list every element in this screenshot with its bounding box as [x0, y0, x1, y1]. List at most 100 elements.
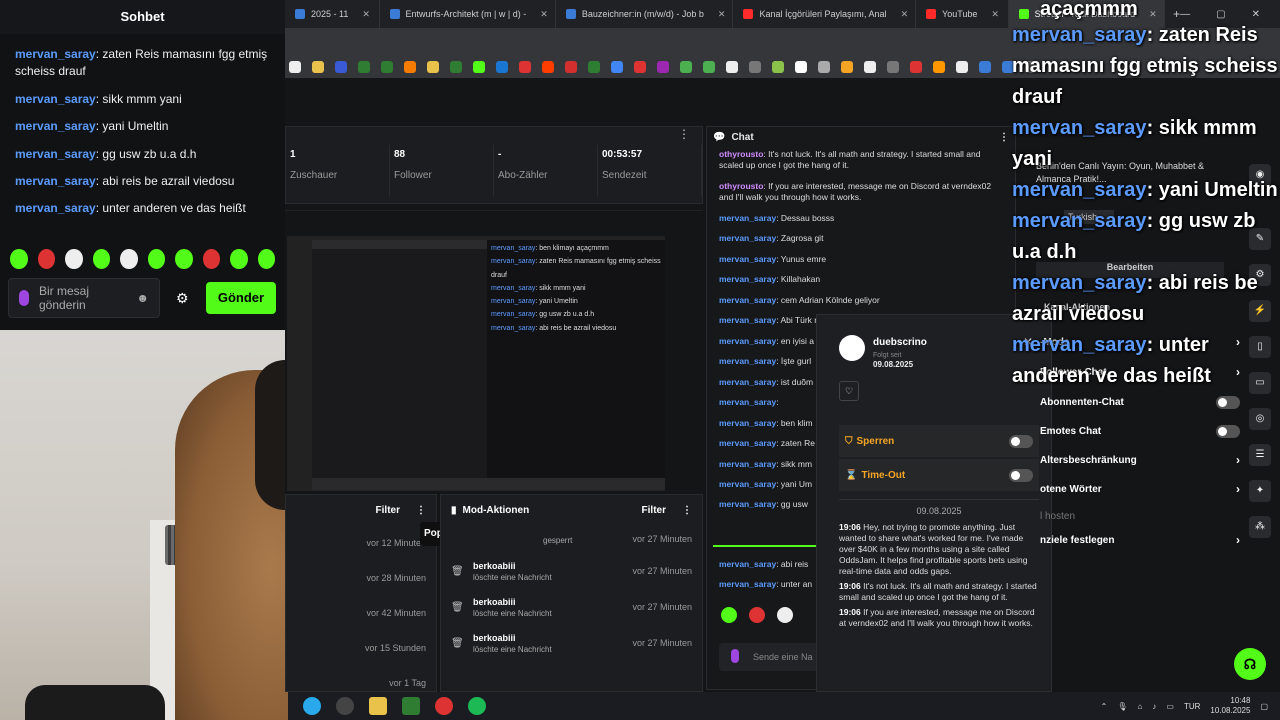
chat-username[interactable]: mervan_saray: [719, 213, 776, 223]
bookmark-icon[interactable]: [818, 61, 830, 73]
network-icon[interactable]: ⌂: [1138, 702, 1143, 711]
wrench-icon[interactable]: ✦: [1249, 480, 1271, 502]
bookmark-icon[interactable]: [956, 61, 968, 73]
chat-username[interactable]: mervan_saray: [15, 174, 96, 188]
bookmark-icon[interactable]: [749, 61, 761, 73]
clock[interactable]: 10:48 10.08.2025: [1210, 696, 1250, 715]
emoji-icon[interactable]: ☻: [136, 291, 149, 305]
bookmark-icon[interactable]: [358, 61, 370, 73]
chat-username[interactable]: mervan_saray: [719, 459, 776, 469]
activity-filter-button[interactable]: Filter: [376, 505, 400, 516]
bookmark-icon[interactable]: [450, 61, 462, 73]
browser-tab[interactable]: Bauzeichner:in (m/w/d) - Job b ✕: [556, 0, 734, 28]
chat-setting-row[interactable]: Emotes Chat: [1040, 419, 1240, 443]
notifications-icon[interactable]: ▢: [1260, 702, 1268, 711]
bookmark-icon[interactable]: [680, 61, 692, 73]
bookmark-icon[interactable]: [841, 61, 853, 73]
battery-icon[interactable]: ▭: [1166, 702, 1174, 711]
bookmark-icon[interactable]: [772, 61, 784, 73]
stream-preview[interactable]: mervan_saray: ben klimayı açaçmmm mervan_…: [287, 236, 665, 491]
close-window-icon[interactable]: ✕: [1252, 9, 1260, 20]
emote-icon[interactable]: [37, 249, 55, 269]
bookmark-icon[interactable]: [381, 61, 393, 73]
emote-icon[interactable]: [257, 249, 275, 269]
chat-message[interactable]: mervan_saray: Yunus emre: [707, 252, 1015, 267]
bookmark-icon[interactable]: [496, 61, 508, 73]
chat-message[interactable]: othyrousto: It's not luck. It's all math…: [707, 147, 1015, 174]
mod-action-row[interactable]: 🗑 berkoabiii löschte eine Nachricht vor 27 …: [441, 589, 702, 625]
emote-icon[interactable]: [749, 607, 765, 623]
chat-message[interactable]: othyrousto: If you are interested, messa…: [707, 179, 1015, 206]
chat-username[interactable]: mervan_saray: [719, 233, 776, 243]
chat-username[interactable]: mervan_saray: [719, 397, 776, 407]
close-icon[interactable]: ✕: [540, 9, 548, 20]
ban-toggle[interactable]: [1009, 434, 1033, 448]
audition-icon[interactable]: [402, 697, 420, 715]
more-menu-icon[interactable]: ⋮: [678, 127, 690, 145]
browser-tab[interactable]: 2025 - 11 ✕: [285, 0, 380, 28]
close-icon[interactable]: ✕: [1149, 9, 1157, 20]
setting-toggle[interactable]: [1216, 424, 1240, 438]
bookmark-icon[interactable]: [634, 61, 646, 73]
bookmark-icon[interactable]: [657, 61, 669, 73]
chat-setting-row[interactable]: nziele festlegen ›: [1040, 528, 1240, 552]
chat-username[interactable]: mervan_saray: [719, 479, 776, 489]
bookmark-icon[interactable]: [887, 61, 899, 73]
close-icon[interactable]: ✕: [362, 9, 370, 20]
language-indicator[interactable]: TUR: [1184, 702, 1200, 711]
mod-action-user[interactable]: berkoabiii: [473, 561, 552, 571]
chat-username[interactable]: mervan_saray: [719, 499, 776, 509]
chevron-up-icon[interactable]: ⌃: [1101, 702, 1108, 711]
send-button[interactable]: Gönder: [206, 282, 276, 314]
broadcast-icon[interactable]: ◎: [1249, 408, 1271, 430]
close-icon[interactable]: ✕: [718, 9, 726, 20]
bookmark-icon[interactable]: [864, 61, 876, 73]
mic-icon[interactable]: 🎙: [1117, 702, 1127, 711]
emote-icon[interactable]: [202, 249, 220, 269]
chat-message[interactable]: mervan_saray: Killahakan: [707, 272, 1015, 287]
chat-username[interactable]: mervan_saray: [15, 119, 96, 133]
opera-icon[interactable]: [435, 697, 453, 715]
chat-username[interactable]: mervan_saray: [719, 579, 776, 589]
bookmark-icon[interactable]: [910, 61, 922, 73]
emote-icon[interactable]: [10, 249, 28, 269]
chat-username[interactable]: mervan_saray: [719, 274, 776, 284]
mod-action-row[interactable]: 🗑 berkoabiii löschte eine Nachricht vor 27 …: [441, 553, 702, 589]
maximize-icon[interactable]: ▢: [1216, 9, 1225, 20]
browser-tab[interactable]: YouTube ✕: [916, 0, 1009, 28]
chat-username[interactable]: mervan_saray: [719, 254, 776, 264]
share-icon[interactable]: ⁂: [1249, 516, 1271, 538]
bookmark-icon[interactable]: [565, 61, 577, 73]
chat-username[interactable]: othyrousto: [719, 181, 763, 191]
bookmark-icon[interactable]: [588, 61, 600, 73]
mod-more-icon[interactable]: ⋮: [682, 505, 692, 516]
chat-username[interactable]: mervan_saray: [15, 47, 96, 61]
activity-row[interactable]: vor 42 Minuten: [286, 595, 436, 630]
minimize-icon[interactable]: —: [1180, 9, 1190, 20]
emote-icon[interactable]: [230, 249, 248, 269]
browser-tab[interactable]: Kanal İçgörüleri Paylaşımı, Anal ✕: [733, 0, 917, 28]
close-icon[interactable]: ✕: [991, 9, 999, 20]
emote-icon[interactable]: [147, 249, 165, 269]
bookmark-icon[interactable]: [312, 61, 324, 73]
mod-action-user[interactable]: berkoabiii: [473, 597, 552, 607]
message-input[interactable]: Bir mesaj gönderin ☻: [8, 278, 160, 318]
emote-icon[interactable]: [175, 249, 193, 269]
chat-setting-row[interactable]: Altersbeschränkung ›: [1040, 448, 1240, 472]
chat-username[interactable]: mervan_saray: [719, 315, 776, 325]
emote-icon[interactable]: [120, 249, 138, 269]
chat-username[interactable]: mervan_saray: [719, 438, 776, 448]
chat-username[interactable]: mervan_saray: [15, 201, 96, 215]
bookmark-icon[interactable]: [542, 61, 554, 73]
close-icon[interactable]: ✕: [901, 9, 909, 20]
activity-more-icon[interactable]: ⋮: [416, 505, 426, 516]
activity-row[interactable]: vor 15 Stunden: [286, 630, 436, 665]
chat-username[interactable]: othyrousto: [719, 149, 763, 159]
chat-message[interactable]: mervan_saray: Dessau bosss: [707, 211, 1015, 226]
help-headset-icon[interactable]: ☊: [1234, 648, 1266, 680]
bookmark-icon[interactable]: [979, 61, 991, 73]
bookmark-icon[interactable]: [335, 61, 347, 73]
new-tab-button[interactable]: +: [1173, 7, 1180, 21]
chat-username[interactable]: mervan_saray: [719, 559, 776, 569]
gear-icon[interactable]: ⚙: [176, 290, 189, 307]
